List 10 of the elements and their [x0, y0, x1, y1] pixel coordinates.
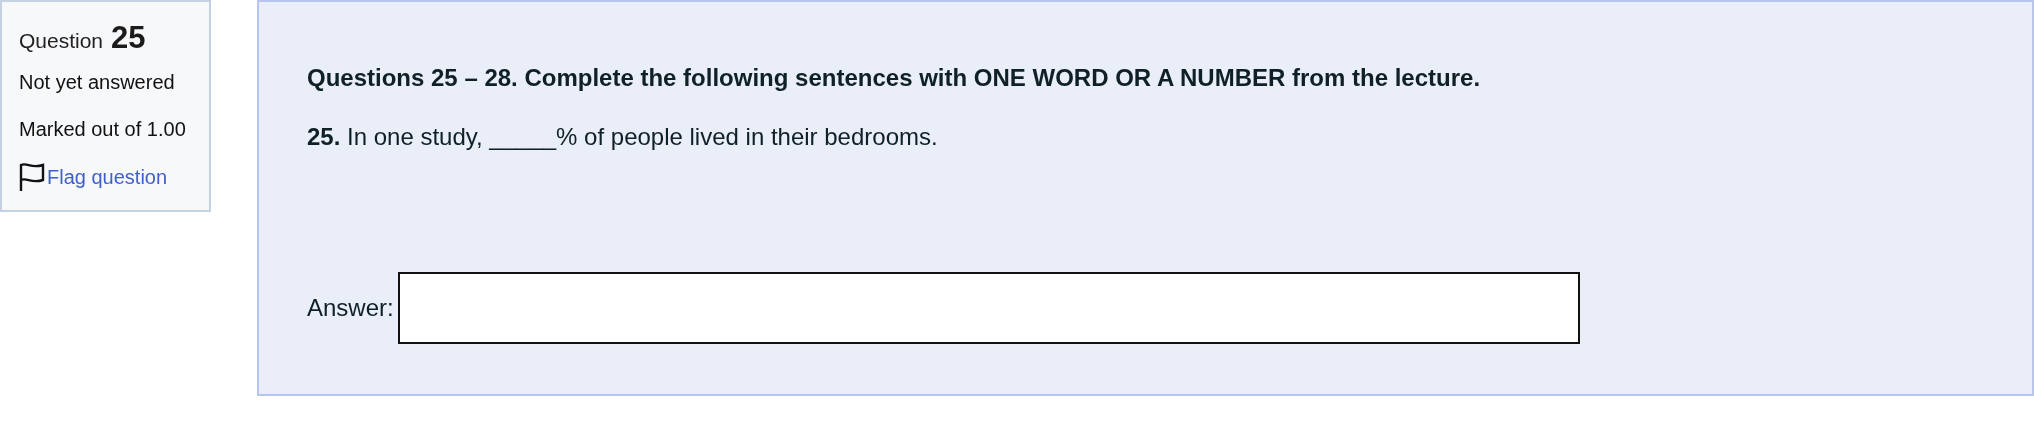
question-state: Not yet answered [19, 70, 176, 95]
question-grade: Marked out of 1.00 [19, 117, 187, 142]
flag-icon[interactable] [19, 162, 45, 192]
question-number: 25 [111, 20, 146, 56]
instructions-text: Questions 25 – 28. Complete the following sentences with ONE WORD OR A NUMBER from the lecture. [307, 63, 1482, 93]
question-label: Question [19, 29, 104, 53]
answer-label: Answer: [307, 294, 394, 322]
question-text: 25. In one study, _____% of people lived in their bedrooms. [307, 122, 939, 152]
answer-field[interactable] [397, 272, 1580, 344]
flag-question-link[interactable]: Flag question [47, 166, 168, 188]
